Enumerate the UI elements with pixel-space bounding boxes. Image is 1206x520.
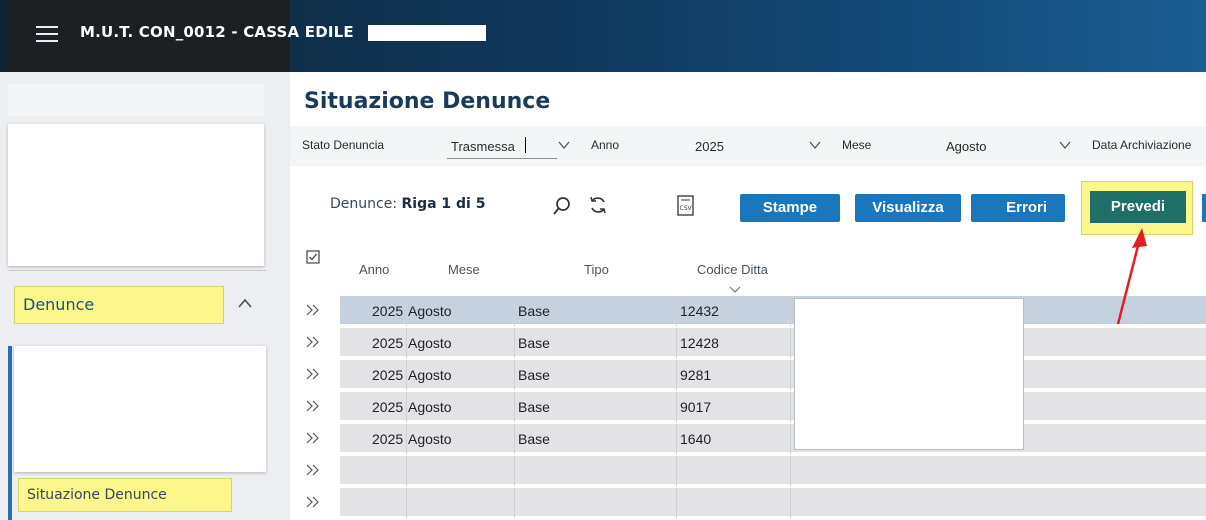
table-row[interactable]: 2025 Agosto Base 1640: [340, 424, 1206, 454]
chevron-up-icon[interactable]: [238, 298, 252, 308]
cell-tipo: Base: [518, 335, 550, 351]
cell-mese: Agosto: [408, 431, 452, 447]
errori-button[interactable]: Errori: [971, 194, 1065, 222]
anno-label: Anno: [591, 138, 620, 152]
table-row[interactable]: 2025 Agosto Base 9281: [340, 360, 1206, 390]
chevron-down-icon[interactable]: [558, 141, 570, 149]
data-archiviazione-label: Data Archiviazione: [1092, 138, 1192, 152]
column-header-codice-ditta[interactable]: Codice Ditta: [697, 262, 768, 277]
cell-anno: 2025: [372, 399, 404, 415]
stato-denuncia-label: Stato Denuncia: [302, 138, 385, 152]
cell-anno: 2025: [372, 367, 404, 383]
cell-tipo: Base: [518, 399, 550, 415]
cell-codice: 1640: [680, 431, 712, 447]
row-expand-icon[interactable]: [306, 368, 320, 380]
stato-underline: [447, 158, 557, 159]
chevron-down-icon[interactable]: [809, 141, 821, 149]
sort-chevron-icon[interactable]: [729, 286, 741, 293]
prevedi-button[interactable]: Prevedi: [1090, 191, 1186, 223]
cell-tipo: Base: [518, 367, 550, 383]
cell-tipo: Base: [518, 303, 550, 319]
search-icon[interactable]: [552, 196, 572, 216]
cell-mese: Agosto: [408, 303, 452, 319]
csv-export-icon[interactable]: CSV: [677, 195, 695, 217]
text-cursor: [525, 137, 526, 153]
row-expand-icon[interactable]: [306, 432, 320, 444]
row-expand-icon[interactable]: [306, 496, 320, 508]
column-header-tipo[interactable]: Tipo: [584, 262, 609, 277]
visualizza-button[interactable]: Visualizza: [855, 194, 961, 222]
sidebar-redacted-submenu: [14, 346, 266, 472]
sidebar-accent-bar: [8, 346, 12, 520]
mese-select[interactable]: Agosto: [946, 139, 986, 154]
row-expand-icon[interactable]: [306, 400, 320, 412]
row-expand-icon[interactable]: [306, 464, 320, 476]
cell-anno: 2025: [372, 335, 404, 351]
records-prefix: Denunce:: [330, 196, 402, 212]
table-row[interactable]: 2025 Agosto Base 12432: [340, 296, 1206, 326]
cell-codice: 9281: [680, 367, 712, 383]
cell-tipo: Base: [518, 431, 550, 447]
cell-mese: Agosto: [408, 335, 452, 351]
refresh-icon[interactable]: [588, 195, 608, 215]
errori-label: Errori: [1006, 199, 1047, 216]
sidebar-header: [8, 84, 264, 116]
csv-icon-text: CSV: [680, 205, 693, 212]
table-row-empty[interactable]: [340, 488, 1206, 518]
annotation-arrow-icon: [1116, 228, 1147, 325]
anno-select[interactable]: 2025: [695, 139, 724, 154]
select-all-checkbox-icon[interactable]: [306, 250, 320, 264]
column-header-mese[interactable]: Mese: [448, 262, 480, 277]
mese-label: Mese: [842, 138, 872, 152]
cell-codice: 12432: [680, 303, 719, 319]
table-row-empty[interactable]: [340, 456, 1206, 486]
row-expand-icon[interactable]: [306, 336, 320, 348]
redacted-company-names: [794, 298, 1024, 450]
sidebar-divider: [8, 270, 266, 271]
next-button-edge[interactable]: [1202, 194, 1206, 222]
table-row[interactable]: 2025 Agosto Base 12428: [340, 328, 1206, 358]
records-counter: Denunce: Riga 1 di 5: [330, 196, 485, 212]
cell-anno: 2025: [372, 431, 404, 447]
stato-denuncia-select[interactable]: Trasmessa: [451, 139, 515, 154]
cell-codice: 12428: [680, 335, 719, 351]
sidebar-item-denunce[interactable]: Denunce: [14, 286, 224, 324]
cell-anno: 2025: [372, 303, 404, 319]
cell-mese: Agosto: [408, 367, 452, 383]
page-title: Situazione Denunce: [304, 89, 551, 114]
stampe-button[interactable]: Stampe: [740, 194, 840, 222]
records-value: Riga 1 di 5: [401, 196, 486, 212]
cell-codice: 9017: [680, 399, 712, 415]
sidebar-item-situazione-denunce[interactable]: Situazione Denunce: [18, 478, 232, 512]
sidebar-redacted-panel: [8, 124, 264, 266]
row-expand-icon[interactable]: [306, 304, 320, 316]
cell-mese: Agosto: [408, 399, 452, 415]
column-header-anno[interactable]: Anno: [359, 262, 389, 277]
app-title: M.U.T. CON_0012 - CASSA EDILE: [80, 23, 354, 41]
hamburger-menu-icon[interactable]: [36, 26, 58, 42]
chevron-down-icon[interactable]: [1059, 141, 1071, 149]
table-row[interactable]: 2025 Agosto Base 9017: [340, 392, 1206, 422]
redacted-title-part: [368, 25, 486, 41]
